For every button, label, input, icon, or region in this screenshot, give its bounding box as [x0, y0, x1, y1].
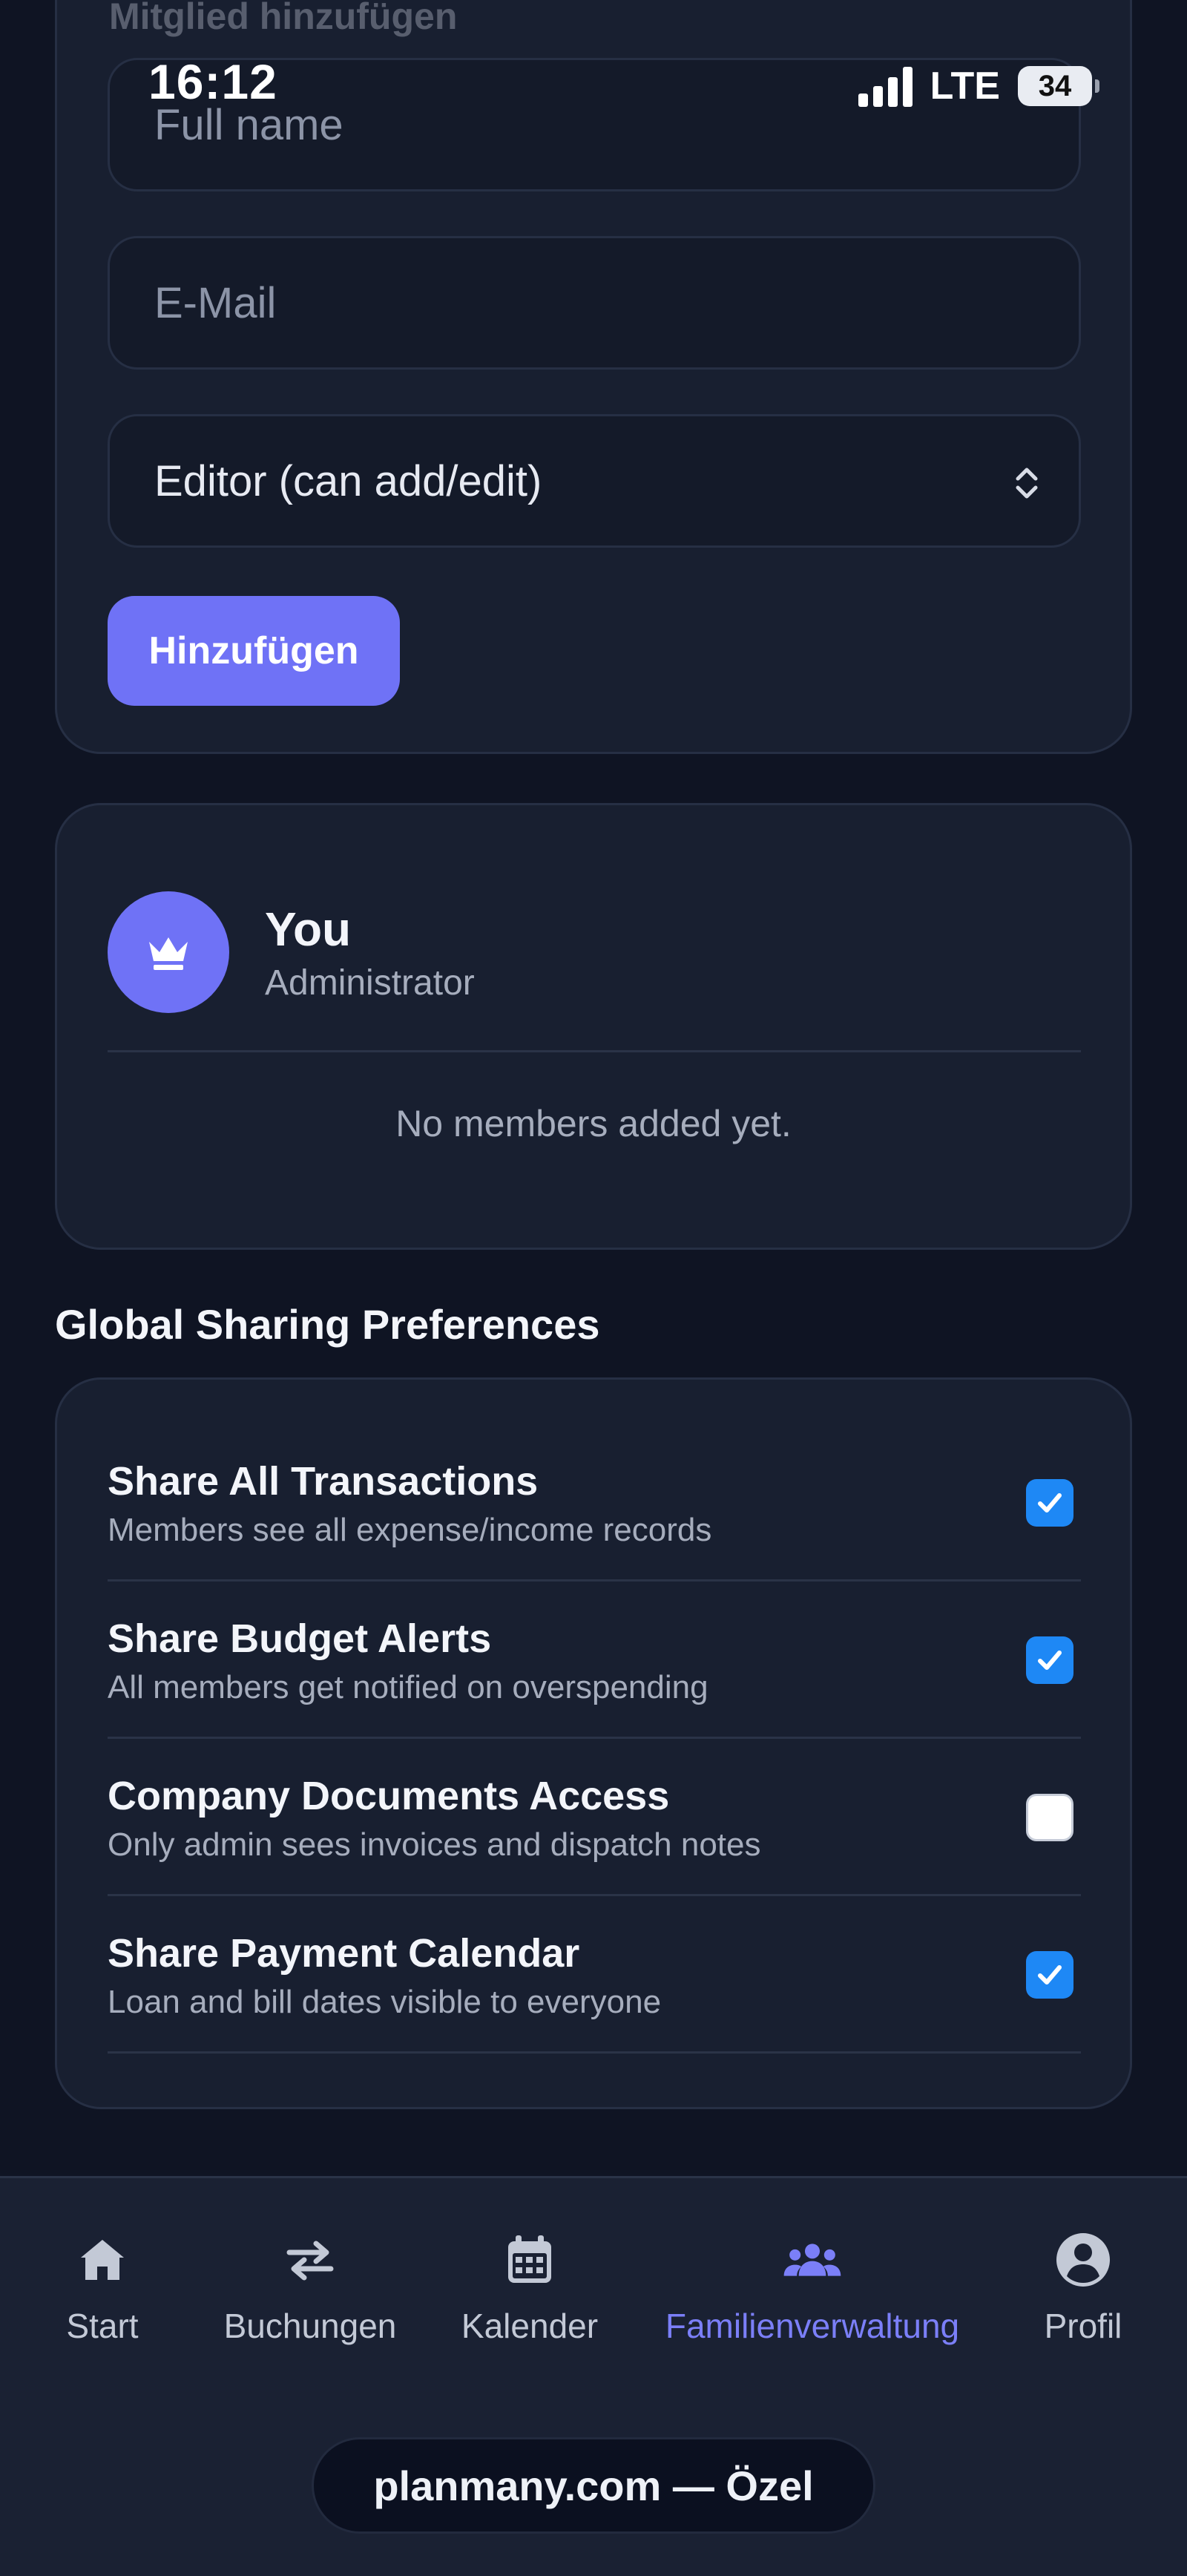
preference-title: Company Documents Access [108, 1774, 670, 1818]
nav-label: Kalender [461, 2307, 599, 2345]
preference-description: All members get notified on overspending [108, 1669, 708, 1705]
preference-description: Loan and bill dates visible to everyone [108, 1984, 662, 2020]
empty-members-text: No members added yet. [395, 1103, 792, 1144]
member-role: Administrator [265, 963, 475, 1003]
share-budget-alerts-checkbox[interactable] [1026, 1636, 1073, 1684]
role-select[interactable]: Editor (can add/edit) [108, 414, 1081, 548]
nav-item-profile[interactable]: Profil [1024, 2230, 1142, 2346]
email-input[interactable] [154, 278, 1079, 328]
nav-item-family-management[interactable]: Familienverwaltung [653, 2230, 972, 2346]
divider [108, 1050, 1081, 1052]
preference-title: Share Budget Alerts [108, 1616, 492, 1661]
role-select-value: Editor (can add/edit) [154, 456, 542, 505]
status-bar: 16:12 LTE 34 [0, 0, 1187, 178]
status-indicators: LTE 34 [858, 64, 1099, 108]
avatar [108, 891, 229, 1013]
status-time: 16:12 [148, 54, 277, 109]
add-member-button[interactable]: Hinzufügen [108, 596, 400, 706]
battery-icon: 34 [1018, 66, 1099, 106]
chevron-up-down-icon [1016, 468, 1038, 499]
url-pill[interactable]: planmany.com — Özel [312, 2437, 875, 2534]
preference-title: Share All Transactions [108, 1459, 539, 1504]
preference-share-payment-calendar: Share Payment Calendar Loan and bill dat… [108, 1896, 1081, 2054]
member-name: You [265, 902, 352, 956]
divider [108, 2051, 1081, 2054]
share-payment-calendar-checkbox[interactable] [1026, 1951, 1073, 1999]
preference-description: Members see all expense/income records [108, 1512, 712, 1548]
nav-item-bookings[interactable]: Buchungen [214, 2230, 407, 2346]
nav-label: Buchungen [223, 2307, 397, 2345]
preference-description: Only admin sees invoices and dispatch no… [108, 1826, 761, 1863]
nav-label: Familienverwaltung [665, 2307, 960, 2345]
nav-item-calendar[interactable]: Kalender [448, 2230, 611, 2346]
checkmark-icon [1038, 1493, 1062, 1513]
battery-level: 34 [1038, 69, 1072, 102]
checkmark-icon [1038, 1965, 1062, 1985]
home-icon [73, 2230, 132, 2290]
family-management-screen: 16:12 LTE 34 Mitglied hinzufügen Editor … [0, 0, 1187, 2576]
checkmark-icon [1038, 1651, 1062, 1670]
nav-label: Start [66, 2307, 139, 2345]
crown-icon [149, 937, 188, 970]
network-type: LTE [930, 65, 1000, 108]
signal-icon [858, 65, 913, 107]
section-title: Global Sharing Preferences [55, 1301, 600, 1348]
email-field[interactable] [108, 236, 1081, 370]
nav-label: Profil [1044, 2307, 1122, 2345]
sharing-preferences-card: Share All Transactions Members see all e… [55, 1377, 1132, 2109]
preference-title: Share Payment Calendar [108, 1931, 580, 1976]
nav-item-start[interactable]: Start [43, 2230, 162, 2346]
preference-share-budget-alerts: Share Budget Alerts All members get noti… [108, 1582, 1081, 1739]
account-circle-icon [1053, 2230, 1113, 2290]
preference-company-documents: Company Documents Access Only admin sees… [108, 1739, 1081, 1896]
members-card: You Administrator No members added yet. [55, 803, 1132, 1250]
transfer-arrows-icon [280, 2230, 340, 2290]
group-icon [783, 2230, 842, 2290]
share-transactions-checkbox[interactable] [1026, 1479, 1073, 1527]
calendar-icon [500, 2230, 559, 2290]
company-documents-checkbox[interactable] [1026, 1794, 1073, 1841]
preference-share-transactions: Share All Transactions Members see all e… [108, 1424, 1081, 1582]
